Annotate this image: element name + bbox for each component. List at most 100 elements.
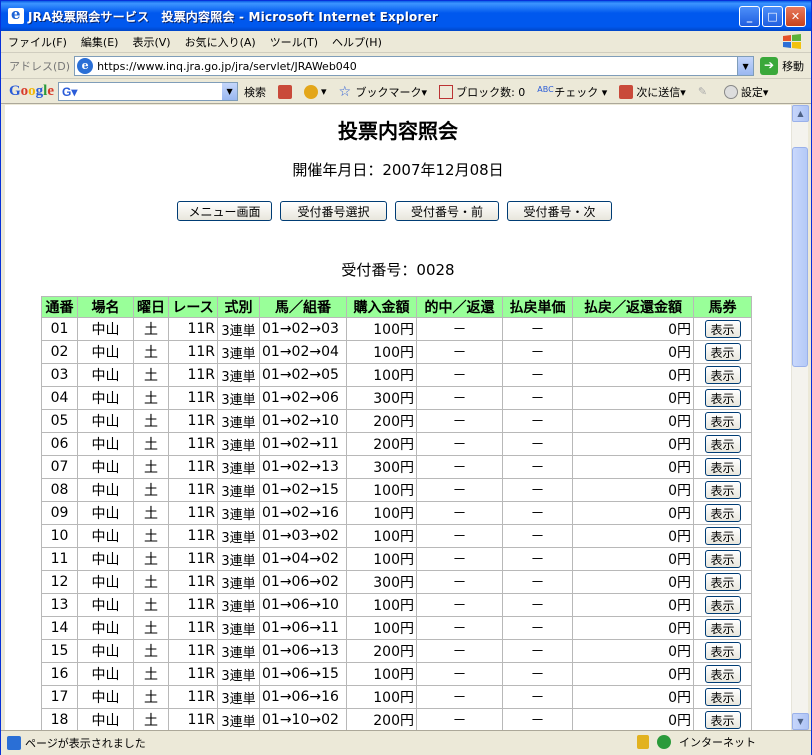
amount-cell: 200円 <box>346 432 417 456</box>
hit-cell: － <box>416 409 503 433</box>
bet-type-cell: 3連単 <box>217 386 260 410</box>
show-ticket-button[interactable]: 表示 <box>704 389 741 407</box>
race-date: 開催年月日：2007年12月08日 <box>292 161 504 179</box>
settings-button[interactable]: 設定▾ <box>718 84 775 100</box>
race-cell: 11R <box>168 524 218 548</box>
day-cell: 土 <box>133 317 169 341</box>
popup-blocker-button[interactable]: ブロック数: 0 <box>433 84 531 100</box>
bookmark-button[interactable]: ☆ ブックマーク▾ <box>333 84 434 100</box>
title-bar[interactable]: JRA投票照会サービス 投票内容照会 - Microsoft Internet … <box>1 1 811 31</box>
receipt-next-button[interactable]: 受付番号・次 <box>507 201 612 221</box>
amount-cell: 100円 <box>346 616 417 640</box>
amount-cell: 100円 <box>346 478 417 502</box>
show-ticket-button[interactable]: 表示 <box>704 619 741 637</box>
show-ticket-button[interactable]: 表示 <box>704 435 741 453</box>
pagerank-button[interactable]: ▾ <box>298 84 333 99</box>
ticket-cell: 表示 <box>693 340 752 364</box>
close-button[interactable]: ✕ <box>785 6 806 27</box>
lock-icon[interactable] <box>637 735 649 749</box>
payout-amount-cell: 0円 <box>572 478 694 502</box>
amount-cell: 100円 <box>346 524 417 548</box>
show-ticket-button[interactable]: 表示 <box>704 320 741 338</box>
col-ticket: 馬券 <box>693 296 752 318</box>
globe-icon <box>657 735 671 749</box>
payout-amount-cell: 0円 <box>572 409 694 433</box>
menu-edit[interactable]: 編集(E) <box>74 34 126 50</box>
hit-cell: － <box>416 363 503 387</box>
scroll-up-icon[interactable]: ▲ <box>792 105 809 122</box>
menu-favorites[interactable]: お気に入り(A) <box>178 34 263 50</box>
day-cell: 土 <box>133 340 169 364</box>
show-ticket-button[interactable]: 表示 <box>704 642 741 660</box>
status-text: ページが表示されました <box>25 737 146 750</box>
show-ticket-button[interactable]: 表示 <box>704 596 741 614</box>
show-ticket-button[interactable]: 表示 <box>704 711 741 729</box>
show-ticket-button[interactable]: 表示 <box>704 366 741 384</box>
maximize-button[interactable]: □ <box>762 6 783 27</box>
show-ticket-button[interactable]: 表示 <box>704 458 741 476</box>
vertical-scrollbar[interactable]: ▲ ▼ <box>791 105 809 730</box>
highlight-button[interactable]: ✎ <box>692 85 718 99</box>
news-button[interactable] <box>272 84 298 99</box>
menu-help[interactable]: ヘルプ(H) <box>325 34 389 50</box>
spellcheck-icon: ABC <box>537 84 554 94</box>
spellcheck-button[interactable]: ABC チェック ▾ <box>531 84 613 100</box>
race-cell: 11R <box>168 409 218 433</box>
hit-cell: － <box>416 685 503 709</box>
combination-cell: 01→02→13 <box>259 455 347 479</box>
scroll-down-icon[interactable]: ▼ <box>792 713 809 730</box>
scrollbar-thumb[interactable] <box>792 147 808 367</box>
go-button[interactable]: ➔ 移動 <box>760 57 804 75</box>
menu-tools[interactable]: ツール(T) <box>263 34 325 50</box>
table-row: 07 中山土 11R 3連単 01→02→13 300円－－ 0円 表示 <box>41 455 752 479</box>
col-race: レース <box>168 296 218 318</box>
venue-cell: 中山 <box>77 386 134 410</box>
race-cell: 11R <box>168 708 218 730</box>
bet-type-cell: 3連単 <box>217 547 260 571</box>
google-search-button[interactable]: 検索 <box>238 84 272 100</box>
race-cell: 11R <box>168 455 218 479</box>
bet-type-cell: 3連単 <box>217 363 260 387</box>
show-ticket-button[interactable]: 表示 <box>704 343 741 361</box>
menu-screen-button[interactable]: メニュー画面 <box>177 201 272 221</box>
payout-unit-cell: － <box>502 708 573 730</box>
chevron-down-icon[interactable]: ▼ <box>222 83 238 100</box>
race-cell: 11R <box>168 317 218 341</box>
hit-cell: － <box>416 340 503 364</box>
google-search-input[interactable]: G▾ ▼ <box>58 82 239 101</box>
show-ticket-button[interactable]: 表示 <box>704 527 741 545</box>
day-cell: 土 <box>133 432 169 456</box>
google-g-icon: G▾ <box>62 84 78 99</box>
hit-cell: － <box>416 524 503 548</box>
show-ticket-button[interactable]: 表示 <box>704 481 741 499</box>
send-label: 次に送信▾ <box>636 85 686 99</box>
menu-view[interactable]: 表示(V) <box>125 34 177 50</box>
chevron-down-icon[interactable]: ▼ <box>737 57 754 75</box>
minimize-button[interactable]: _ <box>739 6 760 27</box>
send-to-button[interactable]: 次に送信▾ <box>613 84 692 100</box>
popup-block-icon <box>439 84 454 99</box>
bet-type-cell: 3連単 <box>217 593 260 617</box>
combination-cell: 01→02→16 <box>259 501 347 525</box>
show-ticket-button[interactable]: 表示 <box>704 665 741 683</box>
receipt-prev-button[interactable]: 受付番号・前 <box>395 201 499 221</box>
table-row: 10 中山土 11R 3連単 01→03→02 100円－－ 0円 表示 <box>41 524 752 548</box>
search-label: 検索 <box>244 85 267 99</box>
address-input[interactable]: e https://www.inq.jra.go.jp/jra/servlet/… <box>74 56 755 76</box>
show-ticket-button[interactable]: 表示 <box>704 504 741 522</box>
table-row: 15 中山土 11R 3連単 01→06→13 200円－－ 0円 表示 <box>41 639 752 663</box>
address-url[interactable]: https://www.inq.jra.go.jp/jra/servlet/JR… <box>97 60 737 73</box>
show-ticket-button[interactable]: 表示 <box>704 573 741 591</box>
payout-amount-cell: 0円 <box>572 524 694 548</box>
show-ticket-button[interactable]: 表示 <box>704 412 741 430</box>
payout-amount-cell: 0円 <box>572 455 694 479</box>
menu-file[interactable]: ファイル(F) <box>1 34 74 50</box>
table-row: 12 中山土 11R 3連単 01→06→02 300円－－ 0円 表示 <box>41 570 752 594</box>
race-cell: 11R <box>168 386 218 410</box>
show-ticket-button[interactable]: 表示 <box>704 550 741 568</box>
receipt-select-button[interactable]: 受付番号選択 <box>280 201 387 221</box>
venue-cell: 中山 <box>77 547 134 571</box>
show-ticket-button[interactable]: 表示 <box>704 688 741 706</box>
amount-cell: 100円 <box>346 340 417 364</box>
day-cell: 土 <box>133 662 169 686</box>
